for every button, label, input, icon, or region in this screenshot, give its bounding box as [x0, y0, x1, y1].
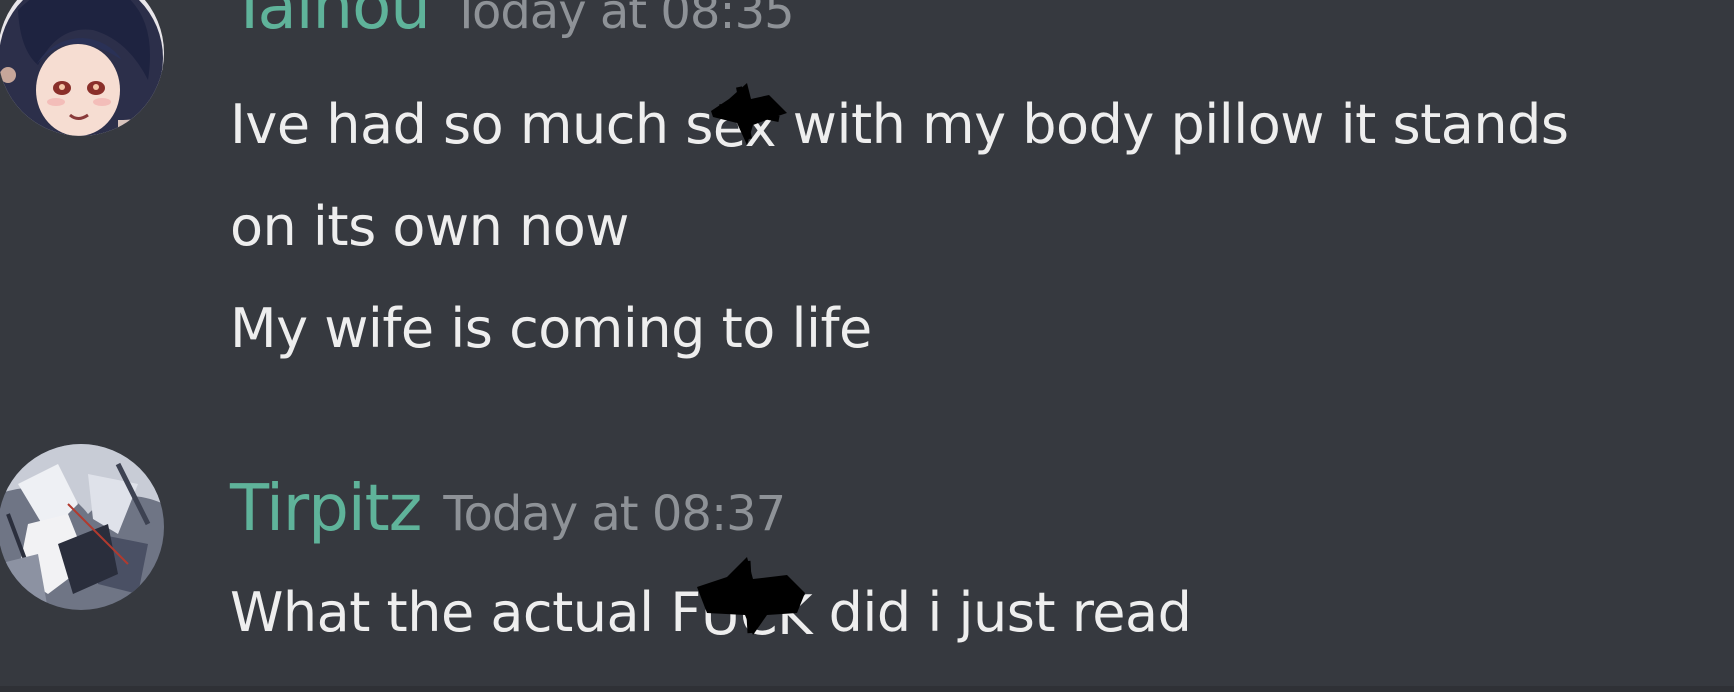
username[interactable]: Taihou	[230, 0, 431, 44]
chat-log: Taihou Today at 08:35 Ive had so much sex…	[0, 0, 1734, 692]
censored-word: UCK	[696, 557, 812, 667]
message-text: with my body pillow it stands	[776, 93, 1569, 156]
message-line: on its own now	[230, 195, 629, 258]
username[interactable]: Tirpitz	[230, 472, 422, 546]
anime-girl-avatar-icon	[0, 0, 164, 136]
message-line: My wife is coming to life	[230, 297, 872, 360]
avatar[interactable]	[0, 444, 164, 610]
message-content: What the actual FUCK did i just read	[230, 557, 1192, 667]
divider	[0, 686, 1734, 692]
censored-word: ex	[710, 77, 787, 179]
avatar[interactable]	[0, 0, 164, 136]
message-text: did i just read	[811, 581, 1192, 644]
message-text: What the actual F	[230, 581, 701, 644]
message-line: Ive had so much sex with my body pillow …	[230, 74, 1569, 176]
message-content: Ive had so much sex with my body pillow …	[230, 74, 1569, 380]
censor-scribble-icon	[696, 557, 805, 636]
message-line: What the actual FUCK did i just read	[230, 557, 1192, 667]
timestamp: Today at 08:37	[443, 486, 786, 542]
message-text: Ive had so much s	[230, 93, 713, 156]
censor-scribble-icon	[710, 83, 787, 146]
timestamp: Today at 08:35	[451, 0, 795, 40]
message-header: Taihou Today at 08:35	[230, 0, 795, 44]
message-header: Tirpitz Today at 08:37	[230, 472, 786, 546]
anime-character-avatar-icon	[0, 444, 164, 610]
